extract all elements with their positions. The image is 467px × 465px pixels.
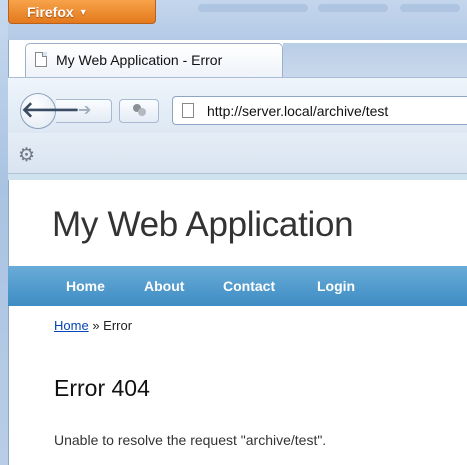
breadcrumb: Home » Error xyxy=(54,318,132,333)
page-header-strip xyxy=(8,174,467,180)
blurred-background-tab xyxy=(198,4,308,12)
browser-window-frame xyxy=(0,0,9,465)
menu-item-login[interactable]: Login xyxy=(317,278,355,294)
puzzle-icon xyxy=(133,104,146,116)
firefox-menu-button[interactable]: Firefox ▼ xyxy=(8,0,156,24)
menu-item-contact[interactable]: Contact xyxy=(223,278,275,294)
site-title: My Web Application xyxy=(52,205,354,244)
breadcrumb-current: Error xyxy=(103,318,133,333)
firefox-menu-label: Firefox xyxy=(27,4,74,20)
addon-button[interactable] xyxy=(119,99,159,123)
page-icon xyxy=(35,52,47,67)
error-message: Unable to resolve the request "archive/t… xyxy=(54,432,327,448)
page-icon xyxy=(182,103,194,118)
arrow-right-icon: ➔ xyxy=(78,102,92,119)
tab-strip xyxy=(283,43,467,77)
arrow-left-icon: 🡐 xyxy=(21,97,80,122)
browser-tab-active[interactable]: My Web Application - Error xyxy=(25,43,283,77)
blurred-background-tab xyxy=(400,4,460,12)
blurred-background-tab xyxy=(318,4,388,12)
error-heading: Error 404 xyxy=(54,375,150,401)
menu-item-home[interactable]: Home xyxy=(66,278,105,294)
chevron-down-icon: ▼ xyxy=(78,7,88,17)
address-bar[interactable]: http://server.local/archive/test xyxy=(172,96,467,125)
breadcrumb-home-link[interactable]: Home xyxy=(54,318,89,333)
breadcrumb-separator: » xyxy=(92,318,100,333)
main-menu: Home About Contact Login xyxy=(8,266,467,306)
back-button[interactable]: 🡐 xyxy=(20,93,80,129)
tab-title: My Web Application - Error xyxy=(56,52,223,68)
gear-icon[interactable]: ⚙ xyxy=(18,146,35,166)
url-text[interactable]: http://server.local/archive/test xyxy=(207,103,388,119)
menu-item-about[interactable]: About xyxy=(144,278,184,294)
add-on-toolbar xyxy=(8,133,467,174)
